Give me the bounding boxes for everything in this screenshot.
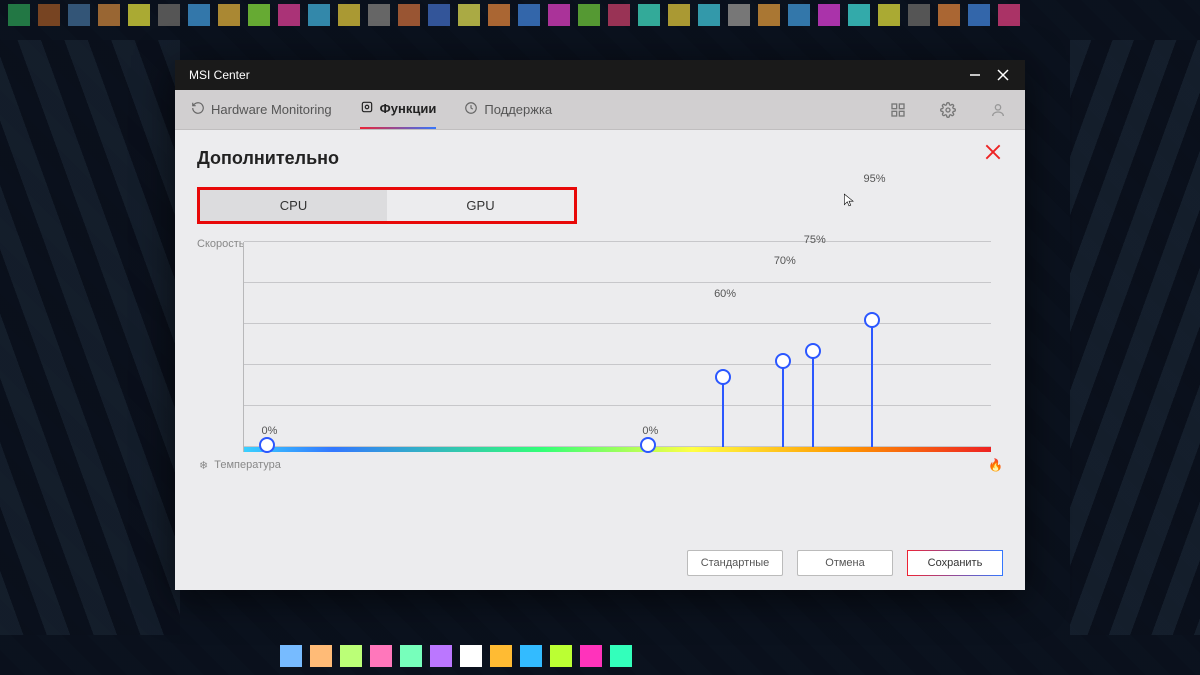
subtab-cpu[interactable]: CPU bbox=[200, 190, 387, 221]
tab-label: Функции bbox=[380, 101, 437, 116]
close-panel-button[interactable] bbox=[983, 142, 1003, 168]
slider-knob[interactable] bbox=[775, 353, 791, 369]
fan-curve-chart: Скорость 0%0%60%70%75%95% ❄ Температура … bbox=[197, 242, 1003, 536]
tab-label: Поддержка bbox=[484, 102, 552, 117]
tab-hardware-monitoring[interactable]: Hardware Monitoring bbox=[191, 90, 332, 129]
app-window: MSI Center Hardware Monitoring Функции П… bbox=[175, 60, 1025, 590]
main-tabbar: Hardware Monitoring Функции Поддержка bbox=[175, 90, 1025, 130]
fan-curve-point[interactable]: 75% bbox=[812, 351, 814, 447]
cancel-button[interactable]: Отмена bbox=[797, 550, 893, 576]
slider-value-label: 0% bbox=[635, 425, 665, 437]
slider-knob[interactable] bbox=[715, 369, 731, 385]
slider-knob[interactable] bbox=[864, 312, 880, 328]
desktop-bottom-blur bbox=[280, 645, 632, 673]
tab-label: Hardware Monitoring bbox=[211, 102, 332, 117]
slider-value-label: 0% bbox=[254, 425, 284, 437]
mouse-cursor bbox=[842, 190, 856, 210]
gridline bbox=[244, 446, 991, 447]
refresh-icon bbox=[191, 101, 205, 118]
temperature-gradient-axis bbox=[244, 447, 991, 452]
page-heading: Дополнительно bbox=[197, 148, 1003, 169]
content-panel: Дополнительно CPU GPU Скорость 0% 0% 60% 70… bbox=[175, 130, 1025, 590]
user-icon[interactable] bbox=[987, 99, 1009, 121]
close-window-button[interactable] bbox=[989, 61, 1017, 89]
flame-icon: 🔥 bbox=[988, 458, 1003, 472]
x-axis-label: Температура bbox=[214, 459, 281, 471]
subtab-gpu[interactable]: GPU bbox=[387, 190, 574, 221]
highlight-annotation-box: CPU GPU bbox=[197, 187, 577, 224]
y-axis-label: Скорость bbox=[197, 238, 245, 250]
save-button[interactable]: Сохранить bbox=[907, 550, 1003, 576]
tab-functions[interactable]: Функции bbox=[360, 90, 437, 129]
gridline bbox=[244, 241, 991, 242]
gridline bbox=[244, 405, 991, 406]
slider-knob[interactable] bbox=[805, 343, 821, 359]
fan-curve-point[interactable]: 60% bbox=[722, 377, 724, 447]
slider-value-label: 95% bbox=[859, 173, 889, 185]
gridline bbox=[244, 364, 991, 365]
desktop-taskbar-blur bbox=[0, 0, 1200, 28]
gridline bbox=[244, 282, 991, 283]
titlebar[interactable]: MSI Center bbox=[175, 60, 1025, 90]
functions-icon bbox=[360, 100, 374, 117]
slider-value-label: 60% bbox=[710, 288, 740, 300]
fan-curve-point[interactable]: 95% bbox=[871, 320, 873, 447]
window-title: MSI Center bbox=[189, 68, 250, 82]
tab-support[interactable]: Поддержка bbox=[464, 90, 552, 129]
standard-button[interactable]: Стандартные bbox=[687, 550, 783, 576]
fan-curve-point[interactable]: 0% bbox=[647, 445, 649, 447]
snowflake-icon: ❄ bbox=[199, 459, 208, 472]
grid-icon[interactable] bbox=[887, 99, 909, 121]
minimize-button[interactable] bbox=[961, 61, 989, 89]
fan-curve-point[interactable]: 0% bbox=[266, 445, 268, 447]
settings-icon[interactable] bbox=[937, 99, 959, 121]
footer-buttons: Стандартные Отмена Сохранить bbox=[197, 550, 1003, 576]
fan-curve-point[interactable]: 70% bbox=[782, 361, 784, 447]
slider-value-label: 70% bbox=[770, 255, 800, 267]
support-icon bbox=[464, 101, 478, 118]
slider-value-label: 75% bbox=[800, 234, 830, 246]
